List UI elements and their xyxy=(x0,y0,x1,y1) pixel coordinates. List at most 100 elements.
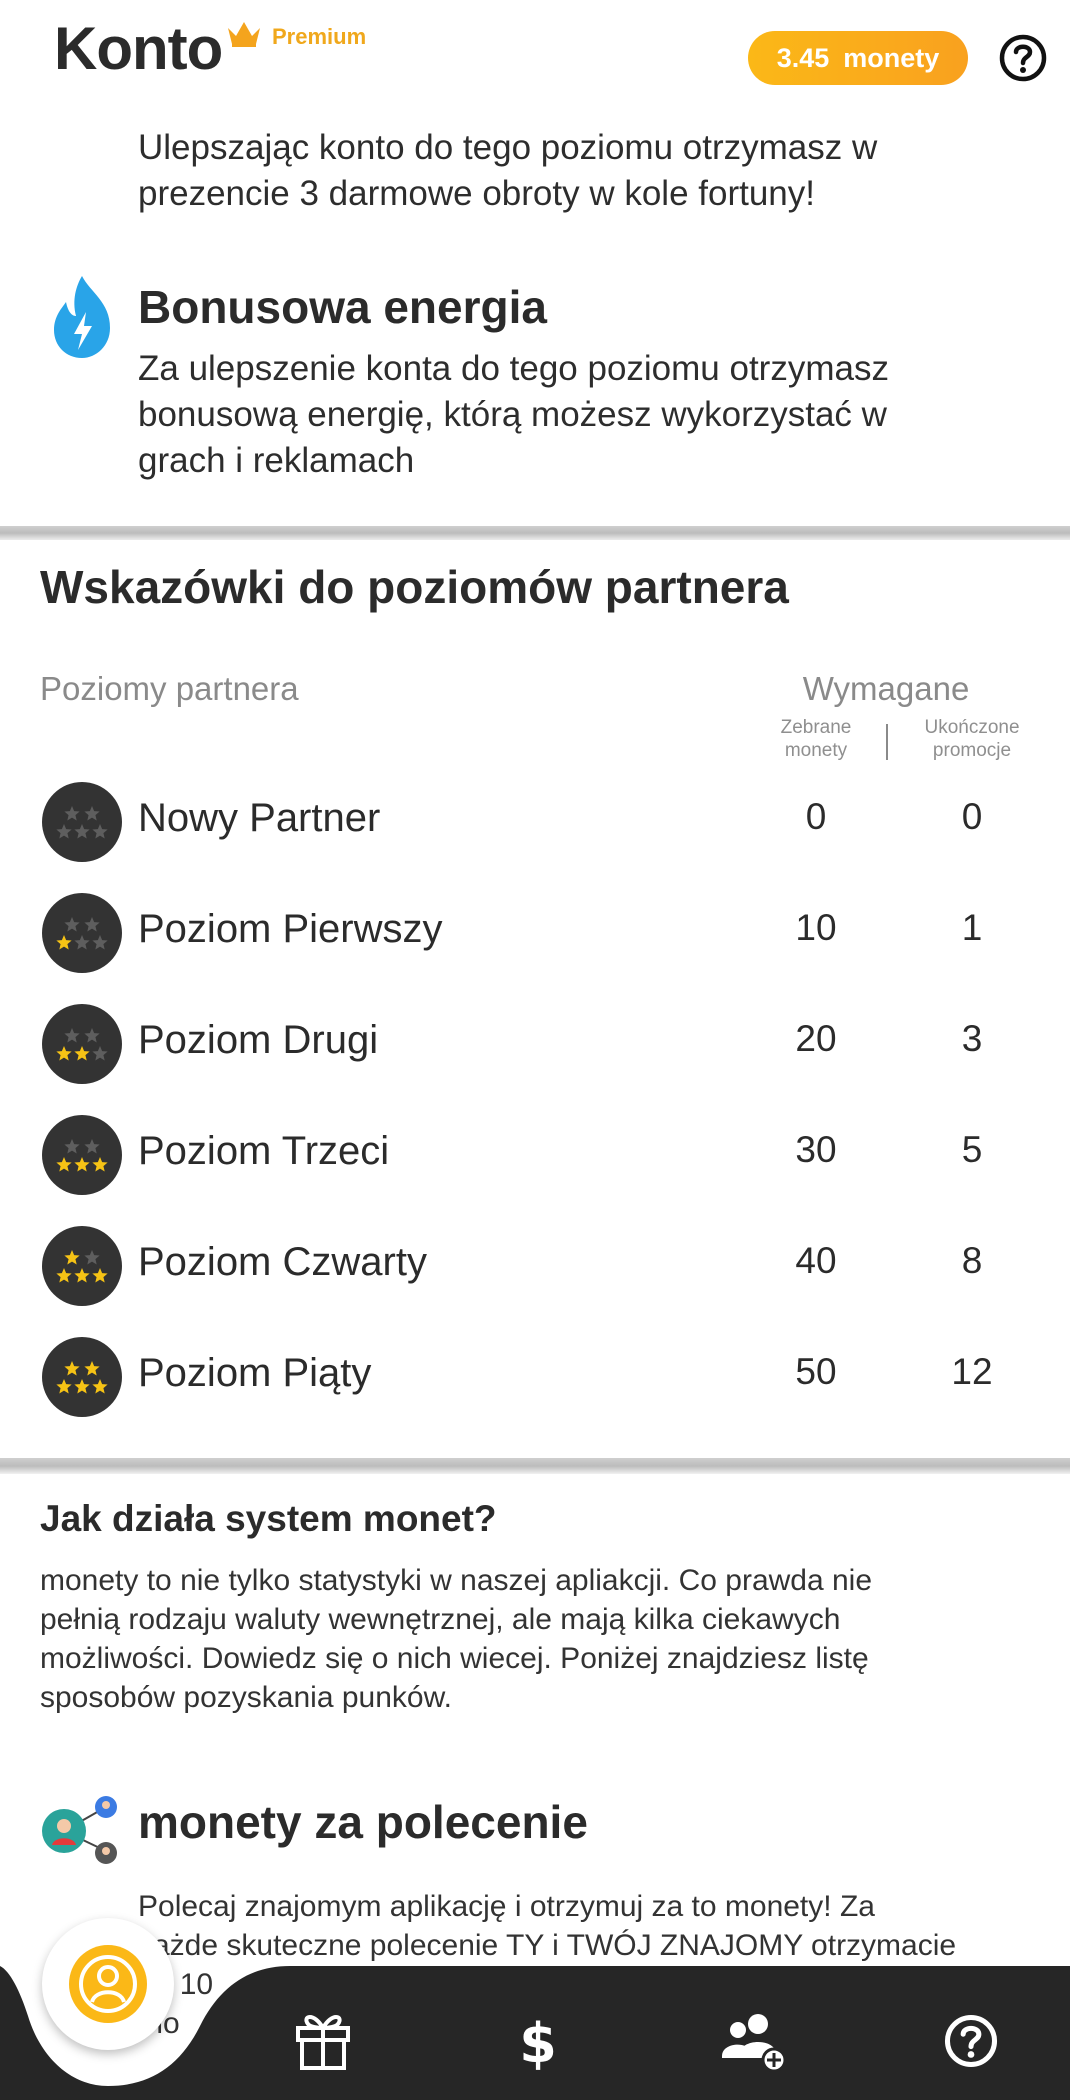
crown-icon xyxy=(228,22,260,47)
level-required-coins: 0 xyxy=(805,796,827,837)
header-separator xyxy=(886,724,888,760)
level-row: Poziom Drugi 20 3 xyxy=(0,1000,1070,1090)
star-filled-icon xyxy=(74,1157,90,1172)
star-empty-icon xyxy=(64,806,80,821)
level-required-promos: 12 xyxy=(951,1351,993,1392)
star-empty-icon xyxy=(64,1139,80,1154)
level-required-coins: 30 xyxy=(795,1129,837,1170)
stars-icon xyxy=(56,806,108,839)
coins-system-title: Jak działa system monet? xyxy=(40,1498,497,1539)
section-divider xyxy=(0,1458,1070,1474)
required-label: Wymagane xyxy=(802,670,970,707)
level-name: Poziom Drugi xyxy=(138,1018,379,1062)
star-empty-icon xyxy=(84,1139,100,1154)
star-filled-icon xyxy=(84,1361,100,1376)
level-required-promos: 8 xyxy=(961,1240,983,1281)
help-icon xyxy=(944,2014,998,2068)
star-filled-icon xyxy=(74,1268,90,1283)
level-name: Poziom Czwarty xyxy=(138,1240,427,1284)
star-empty-icon xyxy=(92,824,108,839)
svg-text:$: $ xyxy=(519,2012,557,2072)
coins-balance-button[interactable]: 3.45 monety xyxy=(748,31,968,85)
level-required-coins: 40 xyxy=(795,1240,837,1281)
add-friends-icon xyxy=(722,2014,786,2072)
stars-icon xyxy=(56,1250,108,1283)
stars-icon xyxy=(56,1361,108,1394)
star-filled-icon xyxy=(74,1046,90,1061)
level-name: Nowy Partner xyxy=(138,796,381,840)
star-empty-icon xyxy=(92,1046,108,1061)
level-row: Poziom Czwarty 40 8 xyxy=(0,1222,1070,1312)
nav-earnings[interactable]: $ xyxy=(503,2006,573,2076)
star-empty-icon xyxy=(92,935,108,950)
premium-badge: Premium xyxy=(272,24,367,49)
star-empty-icon xyxy=(64,917,80,932)
dollar-icon: $ xyxy=(519,2012,557,2072)
star-empty-icon xyxy=(56,824,72,839)
star-filled-icon xyxy=(56,1379,72,1394)
level-name: Poziom Piąty xyxy=(138,1351,372,1395)
level-row: Poziom Trzeci 30 5 xyxy=(0,1111,1070,1201)
levels-column-label: Poziomy partnera xyxy=(40,670,299,707)
star-filled-icon xyxy=(56,935,72,950)
coins-unit: monety xyxy=(843,42,940,73)
star-empty-icon xyxy=(84,1028,100,1043)
level-required-coins: 50 xyxy=(795,1351,837,1392)
collected-coins-header: Zebrane monety xyxy=(780,717,852,761)
nav-gift[interactable] xyxy=(288,2006,358,2076)
star-empty-icon xyxy=(84,806,100,821)
star-empty-icon xyxy=(74,935,90,950)
level-stars-badge xyxy=(42,1337,122,1417)
level-required-promos: 1 xyxy=(961,907,983,948)
stars-icon xyxy=(56,917,108,950)
level-stars-badge xyxy=(42,1115,122,1195)
header: Konto Premium 3.45 monety xyxy=(0,0,1070,120)
level-stars-badge xyxy=(42,1226,122,1306)
level-stars-badge xyxy=(42,782,122,862)
nav-help[interactable] xyxy=(936,2006,1006,2076)
referral-network-icon xyxy=(42,1796,117,1864)
star-filled-icon xyxy=(56,1157,72,1172)
star-empty-icon xyxy=(74,824,90,839)
star-empty-icon xyxy=(84,1250,100,1265)
star-empty-icon xyxy=(64,1028,80,1043)
level-required-coins: 20 xyxy=(795,1018,837,1059)
level-row: Nowy Partner 0 0 xyxy=(0,778,1070,868)
level-stars-badge xyxy=(42,893,122,973)
profile-button[interactable] xyxy=(42,1918,174,2050)
level-required-coins: 10 xyxy=(795,907,837,948)
stars-icon xyxy=(56,1139,108,1172)
star-filled-icon xyxy=(56,1268,72,1283)
bonus-energy-text: Za ulepszenie konta do tego poziomu otrz… xyxy=(138,349,889,480)
star-filled-icon xyxy=(56,1046,72,1061)
referral-title: monety za polecenie xyxy=(138,1796,588,1848)
star-filled-icon xyxy=(92,1157,108,1172)
level-required-promos: 0 xyxy=(961,796,983,837)
star-filled-icon xyxy=(92,1379,108,1394)
level-row: Poziom Piąty 50 12 xyxy=(0,1333,1070,1423)
intro-text: Ulepszając konto do tego poziomu otrzyma… xyxy=(138,128,878,213)
flame-energy-icon xyxy=(54,276,110,358)
level-required-promos: 5 xyxy=(961,1129,983,1170)
star-filled-icon xyxy=(64,1361,80,1376)
coins-amount: 3.45 xyxy=(776,42,830,73)
star-filled-icon xyxy=(92,1268,108,1283)
profile-icon-bg xyxy=(69,1945,147,2023)
help-icon[interactable] xyxy=(998,33,1048,83)
level-name: Poziom Pierwszy xyxy=(138,907,443,951)
gift-icon xyxy=(296,2015,350,2070)
nav-friends[interactable] xyxy=(718,2006,788,2076)
level-row: Poziom Pierwszy 10 1 xyxy=(0,889,1070,979)
bonus-energy-title: Bonusowa energia xyxy=(138,281,547,333)
star-empty-icon xyxy=(84,917,100,932)
level-name: Poziom Trzeci xyxy=(138,1129,390,1173)
section-divider xyxy=(0,526,1070,540)
level-stars-badge xyxy=(42,1004,122,1084)
page-title: Konto xyxy=(54,15,223,82)
profile-icon xyxy=(79,1955,137,2013)
coins-system-text: monety to nie tylko statystyki w naszej … xyxy=(40,1564,873,1714)
star-filled-icon xyxy=(64,1250,80,1265)
level-required-promos: 3 xyxy=(961,1018,983,1059)
levels-section-title: Wskazówki do poziomów partnera xyxy=(40,561,789,613)
completed-promos-header: Ukończone promocje xyxy=(924,717,1020,761)
